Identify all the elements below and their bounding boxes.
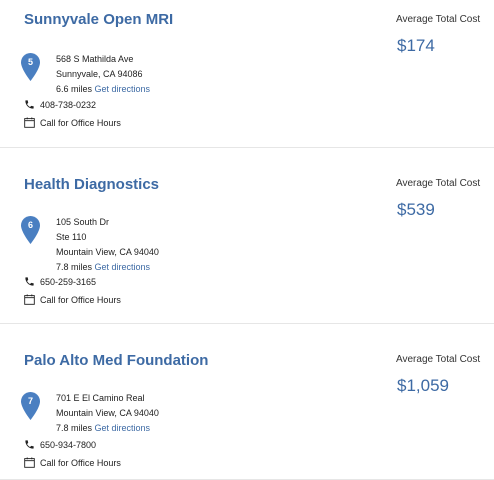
pin-number: 5 [27, 57, 33, 67]
phone-row[interactable]: 650-259-3165 [24, 276, 96, 287]
address-line: Sunnyvale, CA 94086 [56, 69, 143, 79]
hours-row: Call for Office Hours [24, 457, 121, 468]
hours-text: Call for Office Hours [40, 294, 121, 305]
cost-label: Average Total Cost [396, 14, 481, 25]
map-pin-icon: 7 [21, 392, 40, 420]
calendar-icon [24, 117, 35, 128]
address-line: 105 South Dr [56, 217, 110, 227]
address-block: 105 South Dr Ste 110 Mountain View, CA 9… [56, 215, 159, 275]
get-directions-link[interactable]: Get directions [95, 423, 151, 433]
phone-row[interactable]: 650-934-7800 [24, 439, 96, 450]
address-line: 568 S Mathilda Ave [56, 54, 134, 64]
provider-name[interactable]: Health Diagnostics [24, 176, 159, 193]
cost-value: $1,059 [397, 376, 449, 395]
provider-name[interactable]: Palo Alto Med Foundation [24, 352, 208, 369]
distance: 6.6 miles [56, 84, 93, 94]
phone-number: 408-738-0232 [40, 99, 97, 110]
provider-card: Sunnyvale Open MRI Average Total Cost $1… [0, 0, 494, 148]
distance: 7.8 miles [56, 262, 93, 272]
phone-icon [24, 99, 35, 110]
get-directions-link[interactable]: Get directions [95, 84, 151, 94]
phone-row[interactable]: 408-738-0232 [24, 99, 96, 110]
pin-number: 7 [27, 396, 33, 406]
cost-label: Average Total Cost [396, 178, 481, 189]
cost-value: $539 [397, 200, 435, 219]
phone-icon [24, 276, 35, 287]
phone-number: 650-259-3165 [40, 276, 97, 287]
calendar-icon [24, 294, 35, 305]
provider-name[interactable]: Sunnyvale Open MRI [24, 11, 173, 28]
cost-value: $174 [397, 36, 435, 55]
address-block: 568 S Mathilda Ave Sunnyvale, CA 94086 6… [56, 52, 150, 97]
map-pin-icon: 6 [21, 216, 40, 244]
hours-text: Call for Office Hours [40, 457, 121, 468]
provider-card: Health Diagnostics Average Total Cost $5… [0, 148, 494, 324]
address-line: 701 E El Camino Real [56, 393, 145, 403]
calendar-icon [24, 457, 35, 468]
cost-label: Average Total Cost [396, 354, 481, 365]
provider-card: Palo Alto Med Foundation Average Total C… [0, 324, 494, 480]
address-line: Mountain View, CA 94040 [56, 408, 159, 418]
map-pin-icon: 5 [21, 53, 40, 81]
phone-icon [24, 439, 35, 450]
hours-text: Call for Office Hours [40, 117, 121, 128]
hours-row: Call for Office Hours [24, 117, 121, 128]
distance: 7.8 miles [56, 423, 93, 433]
address-line: Mountain View, CA 94040 [56, 247, 159, 257]
address-line: Ste 110 [56, 232, 87, 242]
address-block: 701 E El Camino Real Mountain View, CA 9… [56, 391, 159, 436]
hours-row: Call for Office Hours [24, 294, 121, 305]
phone-number: 650-934-7800 [40, 439, 97, 450]
get-directions-link[interactable]: Get directions [95, 262, 151, 272]
pin-number: 6 [27, 220, 33, 230]
